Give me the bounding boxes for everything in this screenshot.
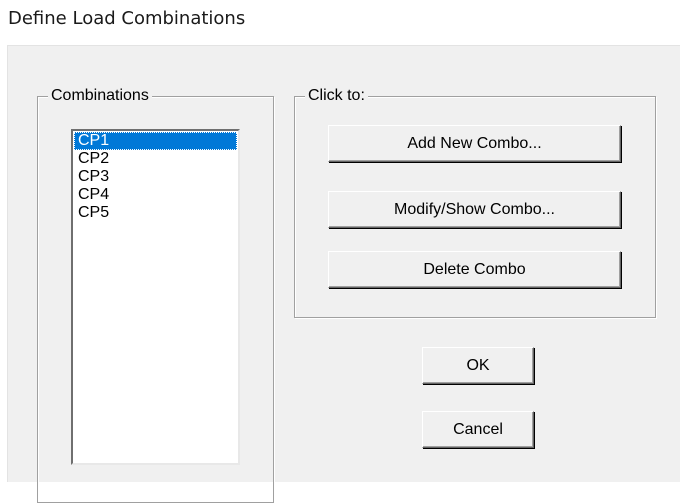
modify-show-combo-button[interactable]: Modify/Show Combo... — [328, 191, 621, 228]
combinations-legend: Combinations — [48, 87, 152, 105]
combinations-list[interactable]: CP1 CP2 CP3 CP4 CP5 — [71, 129, 240, 465]
dialog-body: Combinations CP1 CP2 CP3 CP4 CP5 Click t… — [7, 45, 680, 503]
cancel-button[interactable]: Cancel — [422, 411, 534, 448]
ok-button[interactable]: OK — [422, 347, 534, 384]
list-item[interactable]: CP4 — [74, 186, 237, 204]
list-item[interactable]: CP2 — [74, 150, 237, 168]
list-item[interactable]: CP1 — [74, 132, 237, 150]
list-item[interactable]: CP3 — [74, 168, 237, 186]
list-item[interactable]: CP5 — [74, 204, 237, 222]
delete-combo-button[interactable]: Delete Combo — [328, 251, 621, 288]
add-new-combo-button[interactable]: Add New Combo... — [328, 125, 621, 162]
click-to-legend: Click to: — [305, 87, 368, 105]
dialog-title: Define Load Combinations — [8, 8, 246, 29]
